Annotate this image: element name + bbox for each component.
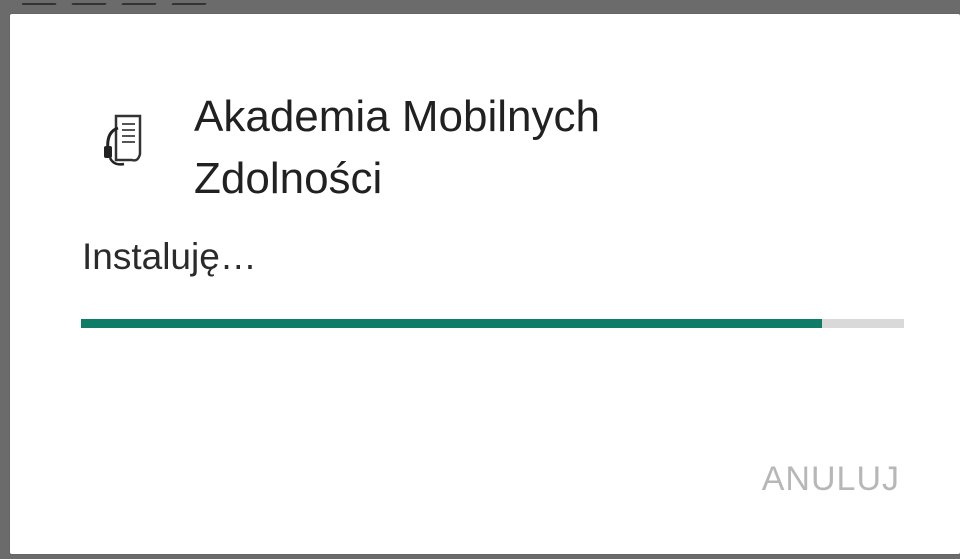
app-title: Akademia Mobilnych Zdolności [194,92,600,203]
install-progress-fill [81,319,822,328]
install-progress-bar [81,319,904,328]
install-dialog: Akademia Mobilnych Zdolności Instaluję… … [10,14,960,554]
install-status-text: Instaluję… [82,236,257,277]
app-icon [102,110,146,174]
cancel-button[interactable]: ANULUJ [756,456,906,503]
background-content-hint [22,0,222,10]
